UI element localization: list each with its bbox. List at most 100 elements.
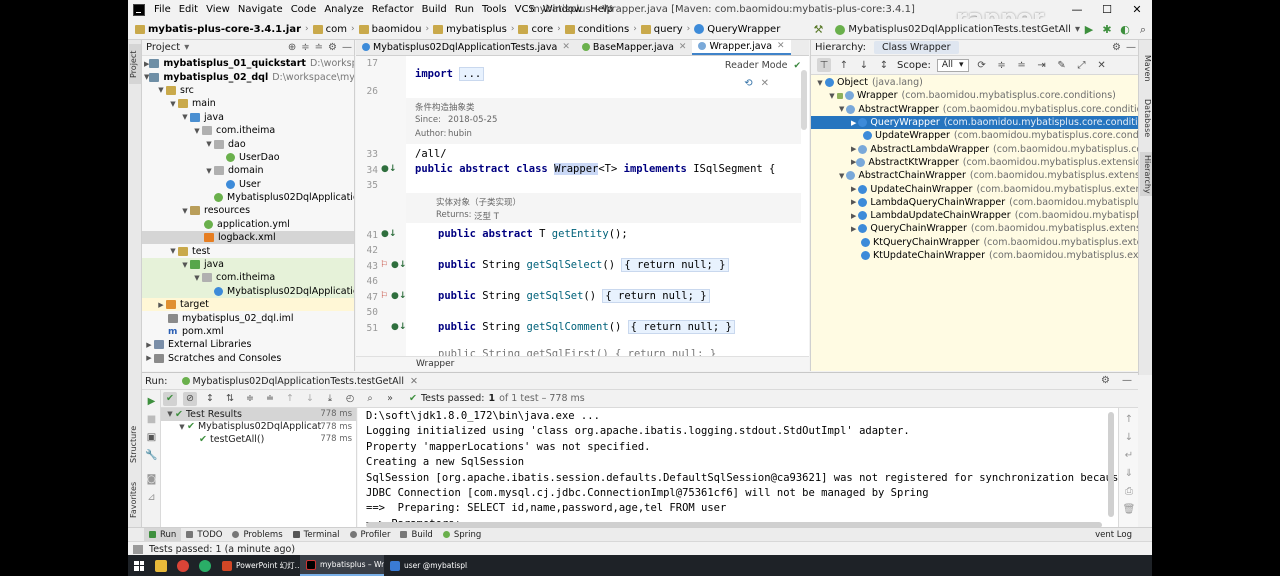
tree-row-user[interactable]: User bbox=[142, 178, 354, 191]
test-row-root[interactable]: ▼ ✔ Test Results 778 ms bbox=[161, 408, 356, 421]
scroll-up-icon[interactable]: ↑ bbox=[1122, 412, 1136, 426]
chevron-down-icon[interactable]: ▼ bbox=[156, 86, 166, 94]
stop-icon[interactable]: ■ bbox=[144, 412, 159, 427]
pin-icon[interactable]: ✎ bbox=[1055, 58, 1069, 72]
tree-row-userdao[interactable]: UserDao bbox=[142, 151, 354, 164]
menu-run[interactable]: Run bbox=[451, 4, 478, 15]
close-icon[interactable]: ✕ bbox=[562, 42, 570, 52]
close-icon[interactable]: ✕ bbox=[761, 78, 769, 89]
scrollbar-thumb[interactable] bbox=[801, 70, 807, 130]
hierarchy-row[interactable]: ▼ AbstractWrapper (com.baomidou.mybatisplu… bbox=[811, 103, 1138, 116]
taskbar-app-intellij[interactable]: mybatisplus – Wr... bbox=[300, 555, 384, 576]
menu-navigate[interactable]: Navigate bbox=[234, 4, 287, 15]
footer-class-crumb[interactable]: Wrapper bbox=[416, 359, 454, 369]
menu-build[interactable]: Build bbox=[418, 4, 451, 15]
breadcrumb-core[interactable]: core bbox=[518, 24, 553, 35]
chevron-down-icon[interactable]: ▼ bbox=[204, 140, 214, 148]
tree-row-application[interactable]: Mybatisplus02DqlApplication bbox=[142, 191, 354, 204]
maximize-icon[interactable]: ☐ bbox=[1092, 0, 1122, 19]
chevron-right-icon[interactable]: ▶ bbox=[851, 145, 856, 153]
chrome-icon[interactable] bbox=[172, 555, 194, 576]
class-name-selected[interactable]: Wrapper bbox=[554, 163, 599, 175]
chevron-right-icon[interactable]: ▶ bbox=[851, 212, 856, 220]
stripe-tab-structure[interactable]: Structure bbox=[129, 422, 141, 466]
fold-region[interactable]: { return null; } bbox=[627, 320, 735, 334]
console-scrollbar[interactable] bbox=[1106, 408, 1116, 529]
expand-all-icon[interactable]: ≑ bbox=[301, 42, 309, 53]
sort-alpha-icon[interactable]: ↕ bbox=[203, 392, 217, 406]
collapse-all-icon[interactable]: ≐ bbox=[1015, 58, 1029, 72]
tree-row-test-java[interactable]: ▼ java bbox=[142, 257, 354, 272]
sort-duration-icon[interactable]: ⇅ bbox=[223, 392, 237, 406]
print-icon[interactable]: ⎙ bbox=[1122, 484, 1136, 498]
tree-row-scratches[interactable]: ▶ Scratches and Consoles bbox=[142, 352, 354, 365]
close-icon[interactable]: ✕ bbox=[1122, 0, 1152, 19]
hierarchy-row[interactable]: ▶ QueryChainWrapper (com.baomidou.mybatisp… bbox=[811, 222, 1138, 235]
more-icon[interactable]: » bbox=[383, 392, 397, 406]
implements-gutter-icon[interactable]: ●↓ bbox=[381, 164, 396, 174]
tree-row-module-dql[interactable]: ▼mybatisplus_02_dqlD:\workspace\mybatisp bbox=[142, 70, 354, 83]
scrollbar-thumb[interactable] bbox=[1108, 412, 1114, 517]
project-panel-title[interactable]: Project bbox=[146, 42, 180, 53]
hide-icon[interactable]: — bbox=[1122, 375, 1132, 386]
chevron-right-icon[interactable]: ▶ bbox=[851, 198, 856, 206]
tab-basemapper[interactable]: BaseMapper.java ✕ bbox=[576, 40, 693, 55]
scope-select[interactable]: All ▾ bbox=[936, 58, 969, 72]
rerun-icon[interactable]: ▶ bbox=[144, 394, 159, 409]
restore-layout-icon[interactable]: ▣ bbox=[144, 430, 159, 445]
hammer-icon[interactable]: ⚒ bbox=[809, 21, 827, 39]
chevron-right-icon[interactable]: ▶ bbox=[851, 225, 856, 233]
refresh-icon[interactable]: ⟳ bbox=[975, 58, 989, 72]
breadcrumb-mybatisplus[interactable]: mybatisplus bbox=[433, 24, 507, 35]
hierarchy-row[interactable]: KtUpdateChainWrapper (com.baomidou.mybati… bbox=[811, 249, 1138, 262]
taskbar-app-database[interactable]: user @mybatispl... bbox=[384, 555, 468, 576]
supertypes-icon[interactable]: ↑ bbox=[837, 58, 851, 72]
fold-placeholder[interactable]: ... bbox=[459, 67, 485, 81]
bottom-tab-spring[interactable]: Spring bbox=[438, 528, 486, 542]
tree-row-application-yml[interactable]: application.yml bbox=[142, 218, 354, 231]
chevron-down-icon[interactable]: ▼ bbox=[192, 274, 202, 282]
bottom-tab-terminal[interactable]: Terminal bbox=[288, 528, 345, 542]
collapse-all-icon[interactable]: ≐ bbox=[263, 392, 277, 406]
screenshot-icon[interactable]: ◙ bbox=[144, 472, 159, 487]
show-ignored-icon[interactable]: ⊘ bbox=[183, 391, 197, 406]
editor-scrollbar[interactable] bbox=[801, 56, 807, 356]
toggle-tool-windows-icon[interactable] bbox=[133, 544, 143, 554]
collapse-all-icon[interactable]: ≐ bbox=[315, 42, 323, 53]
wrench-icon[interactable]: 🔧 bbox=[144, 448, 159, 463]
code-area[interactable]: import ... 条件构造抽象类 Since: 2018-05-25 Aut… bbox=[406, 56, 801, 356]
file-explorer-icon[interactable] bbox=[150, 555, 172, 576]
chevron-down-icon[interactable]: ▼ bbox=[839, 105, 844, 113]
breadcrumb-query[interactable]: query bbox=[640, 24, 683, 35]
fold-region[interactable]: { return null; } bbox=[602, 289, 710, 303]
tree-row-module-quickstart[interactable]: ▶mybatisplus_01_quickstartD:\workspace\m bbox=[142, 57, 354, 70]
implements-gutter-icon[interactable]: ●↓ bbox=[391, 322, 406, 332]
scroll-to-end-icon[interactable]: ⇓ bbox=[1122, 466, 1136, 480]
tree-row-test-package[interactable]: ▼ com.itheima bbox=[142, 271, 354, 285]
chevron-down-icon[interactable]: ▼ bbox=[180, 207, 190, 215]
windows-start-icon[interactable] bbox=[128, 555, 150, 576]
menu-file[interactable]: File bbox=[150, 4, 175, 15]
test-row-method[interactable]: ✔ testGetAll() 778 ms bbox=[161, 433, 356, 446]
menu-edit[interactable]: Edit bbox=[175, 4, 202, 15]
menu-view[interactable]: View bbox=[202, 4, 234, 15]
chevron-down-icon[interactable]: ▼ bbox=[168, 247, 178, 255]
gear-icon[interactable]: ⚙ bbox=[1101, 375, 1110, 386]
show-passed-icon[interactable]: ✔ bbox=[163, 391, 177, 406]
next-failed-icon[interactable]: ↓ bbox=[303, 392, 317, 406]
hierarchy-row[interactable]: ▶ UpdateChainWrapper (com.baomidou.mybatis… bbox=[811, 182, 1138, 195]
expand-all-icon[interactable]: ≑ bbox=[995, 58, 1009, 72]
bottom-tab-todo[interactable]: TODO bbox=[181, 528, 227, 542]
chevron-right-icon[interactable]: ▶ bbox=[144, 341, 154, 349]
tree-row-main-java[interactable]: ▼ java bbox=[142, 111, 354, 124]
hierarchy-row[interactable]: KtQueryChainWrapper (com.baomidou.mybatis… bbox=[811, 236, 1138, 249]
implements-gutter-icon[interactable]: ●↓ bbox=[391, 260, 406, 270]
stripe-tab-maven[interactable]: Maven bbox=[1140, 54, 1152, 82]
breadcrumb-jar[interactable]: mybatis-plus-core-3.4.1.jar bbox=[135, 24, 301, 35]
hide-icon[interactable]: — bbox=[342, 42, 352, 53]
soft-wrap-icon[interactable]: ↵ bbox=[1122, 448, 1136, 462]
event-log-tab[interactable]: vent Log bbox=[1095, 528, 1132, 542]
run-tab[interactable]: Mybatisplus02DqlApplicationTests.testGet… bbox=[181, 376, 418, 387]
breadcrumb-conditions[interactable]: conditions bbox=[564, 24, 629, 35]
chevron-down-icon[interactable]: ▼ bbox=[180, 113, 190, 121]
